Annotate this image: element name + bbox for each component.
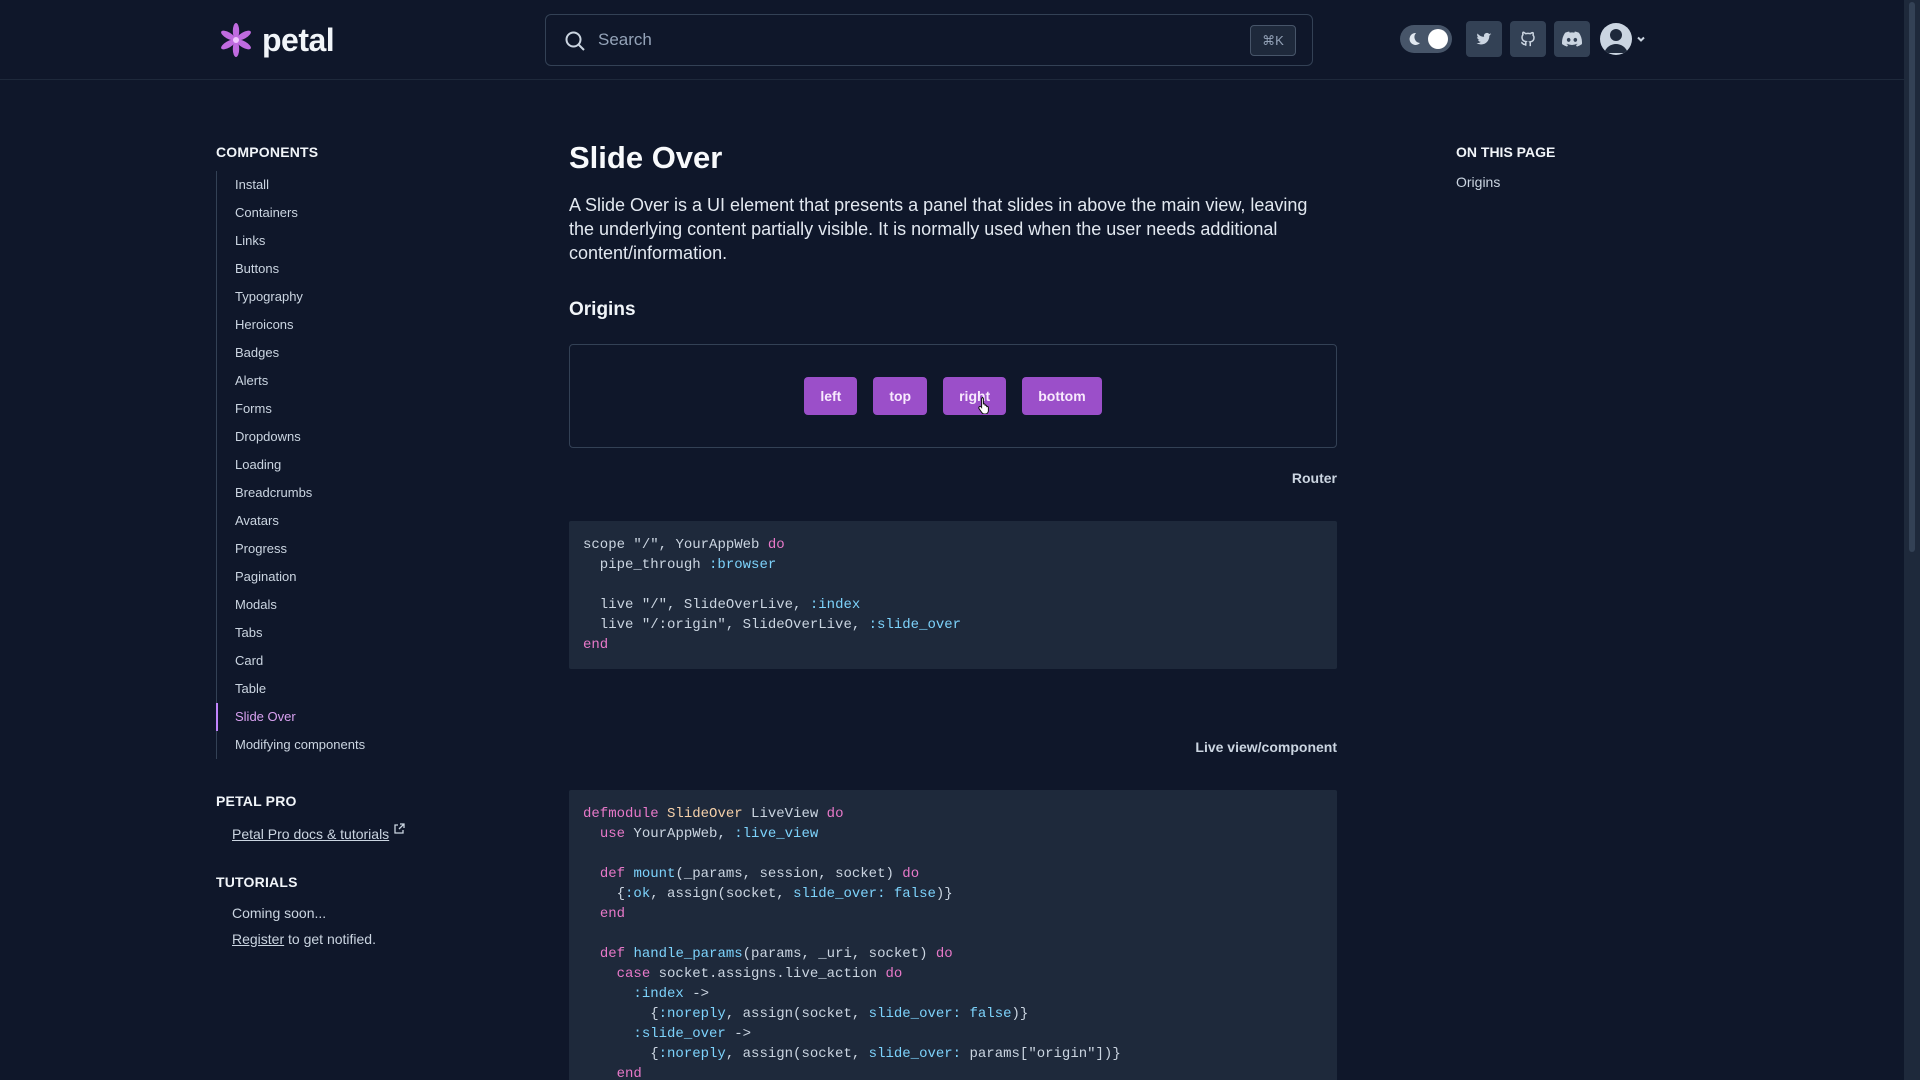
origin-button-label: left — [820, 388, 842, 404]
search-shortcut-badge: ⌘K — [1250, 25, 1296, 56]
toc-heading: ON THIS PAGE — [1456, 144, 1556, 160]
user-menu[interactable] — [1600, 23, 1646, 55]
scrollbar-thumb[interactable] — [1909, 2, 1915, 552]
toc-item-origins[interactable]: Origins — [1456, 174, 1555, 190]
main-content: Slide Over A Slide Over is a UI element … — [569, 140, 1337, 1080]
sidebar-item-alerts[interactable]: Alerts — [217, 367, 516, 395]
page-scrollbar[interactable] — [1904, 0, 1920, 1080]
origin-left-button[interactable]: left — [804, 377, 858, 415]
tutorials-coming-soon: Coming soon... — [232, 905, 327, 921]
register-link[interactable]: Register — [232, 931, 284, 947]
on-this-page: ON THIS PAGE Origins — [1456, 144, 1555, 190]
twitter-button[interactable] — [1466, 21, 1502, 57]
origin-button-label: top — [889, 388, 912, 404]
page-lead-text: A Slide Over is a UI element that presen… — [569, 195, 1308, 263]
twitter-icon — [1476, 32, 1492, 45]
liveview-code-block: defmodule SlideOver LiveView do use Your… — [569, 790, 1337, 1080]
chevron-down-icon — [1637, 36, 1645, 42]
sidebar-item-breadcrumbs[interactable]: Breadcrumbs — [217, 479, 516, 507]
avatar — [1600, 23, 1632, 55]
user-icon — [1604, 29, 1628, 53]
origin-button-label: bottom — [1038, 388, 1086, 404]
origin-right-button[interactable]: right — [943, 377, 1007, 415]
theme-toggle[interactable] — [1400, 25, 1452, 53]
hand-cursor-icon — [978, 397, 990, 414]
sidebar-item-slide-over[interactable]: Slide Over — [216, 703, 516, 731]
sidebar: COMPONENTS Install Containers Links Buttons… — [216, 144, 516, 947]
sidebar-item-typography[interactable]: Typography — [217, 283, 516, 311]
sidebar-item-card[interactable]: Card — [217, 647, 516, 675]
register-suffix-text: to get notified. — [284, 931, 376, 947]
external-link-icon — [394, 823, 405, 834]
brand-logo[interactable]: petal — [216, 20, 335, 60]
sidebar-item-dropdowns[interactable]: Dropdowns — [217, 423, 516, 451]
discord-icon — [1562, 31, 1582, 47]
sidebar-components-list: Install Containers Links Buttons Typography H… — [216, 171, 516, 759]
sidebar-item-modals[interactable]: Modals — [217, 591, 516, 619]
search-input[interactable] — [598, 25, 1238, 55]
sidebar-item-progress[interactable]: Progress — [217, 535, 516, 563]
sidebar-item-containers[interactable]: Containers — [217, 199, 516, 227]
sidebar-item-badges[interactable]: Badges — [217, 339, 516, 367]
moon-icon — [1409, 32, 1420, 45]
github-button[interactable] — [1510, 21, 1546, 57]
search-icon — [565, 31, 585, 51]
github-icon — [1520, 31, 1535, 47]
sidebar-petal-pro-item: Petal Pro docs & tutorials — [216, 823, 516, 842]
search-bar[interactable]: ⌘K — [545, 14, 1313, 66]
top-header: petal ⌘K — [0, 0, 1904, 80]
sidebar-item-pagination[interactable]: Pagination — [217, 563, 516, 591]
sidebar-heading-petal-pro: PETAL PRO — [216, 793, 297, 809]
sidebar-item-heroicons[interactable]: Heroicons — [217, 311, 516, 339]
sidebar-heading-components: COMPONENTS — [216, 144, 319, 160]
sidebar-item-tabs[interactable]: Tabs — [217, 619, 516, 647]
sidebar-item-loading[interactable]: Loading — [217, 451, 516, 479]
sidebar-item-install[interactable]: Install — [217, 171, 516, 199]
sidebar-item-modifying-components[interactable]: Modifying components — [217, 731, 516, 759]
origins-heading: Origins — [569, 299, 636, 320]
origins-demo-panel: left top right bottom — [569, 344, 1337, 448]
sidebar-item-table[interactable]: Table — [217, 675, 516, 703]
petal-flower-icon — [221, 23, 251, 57]
brand-name: petal — [262, 21, 335, 58]
petal-pro-docs-link[interactable]: Petal Pro docs & tutorials — [232, 826, 389, 842]
origin-bottom-button[interactable]: bottom — [1022, 377, 1102, 415]
discord-button[interactable] — [1554, 21, 1590, 57]
tutorials-register-line: Register to get notified. — [216, 931, 516, 947]
sidebar-item-links[interactable]: Links — [217, 227, 516, 255]
sidebar-item-forms[interactable]: Forms — [217, 395, 516, 423]
router-label: Router — [1291, 470, 1337, 486]
sidebar-heading-tutorials: TUTORIALS — [216, 874, 298, 890]
page-title: Slide Over — [569, 140, 723, 175]
sidebar-item-buttons[interactable]: Buttons — [217, 255, 516, 283]
liveview-label: Live view/component — [1195, 739, 1337, 755]
sidebar-item-avatars[interactable]: Avatars — [217, 507, 516, 535]
toggle-knob — [1428, 29, 1448, 49]
origin-top-button[interactable]: top — [873, 377, 928, 415]
header-actions — [1400, 21, 1646, 57]
router-code-block: scope "/", YourAppWeb do pipe_through :b… — [569, 521, 1337, 669]
